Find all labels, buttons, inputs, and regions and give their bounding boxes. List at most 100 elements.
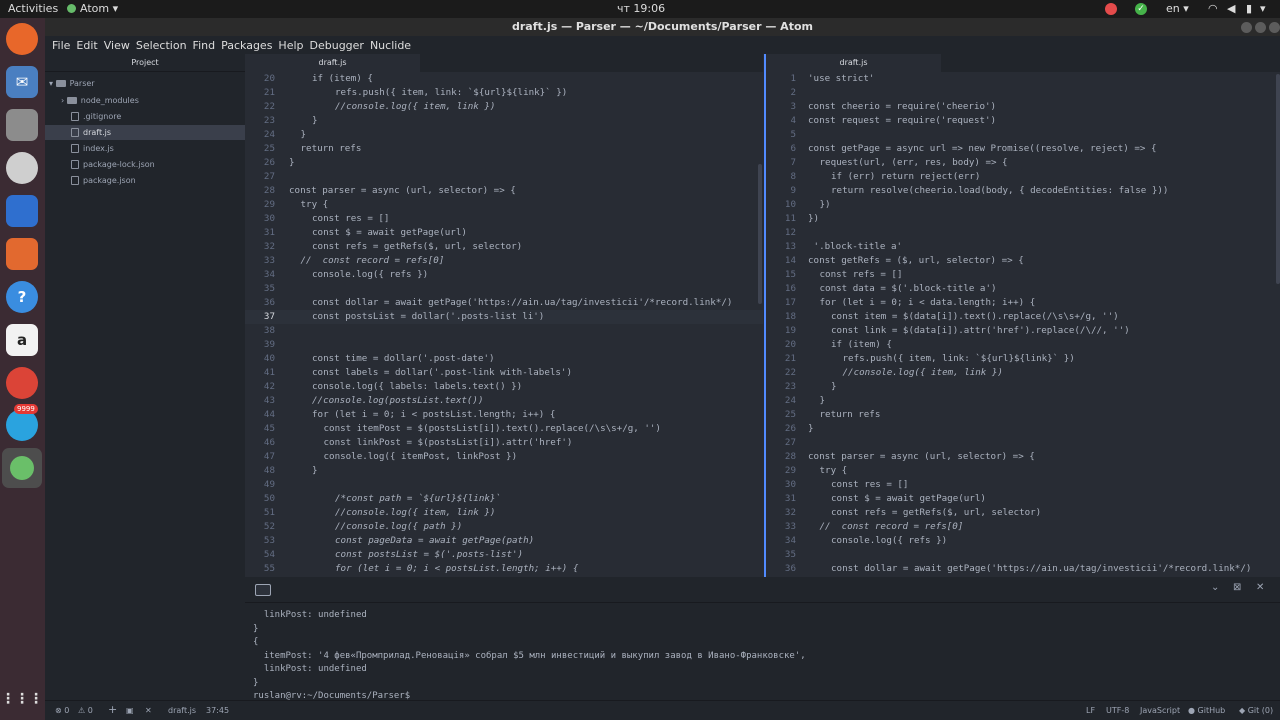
code-line[interactable]: 42 console.log({ labels: labels.text() }) [245,380,763,394]
menu-selection[interactable]: Selection [136,39,187,52]
terminal-toggle-icon[interactable]: ▣ [126,706,134,715]
code-line[interactable]: 45 const itemPost = $(postsList[i]).text(… [245,422,763,436]
atom-dock-icon[interactable] [2,448,42,488]
files-icon[interactable] [6,109,38,141]
menu-nuclide[interactable]: Nuclide [370,39,411,52]
code-line[interactable]: 29 try { [245,198,763,212]
code-line[interactable]: 17 for (let i = 0; i < data.length; i++) … [766,296,1280,310]
code-line[interactable]: 26} [245,156,763,170]
code-line[interactable]: 4 const request = require('request') [766,114,1280,128]
code-line[interactable]: 15 const refs = [] [766,268,1280,282]
code-line[interactable]: 38 [245,324,763,338]
right-code-area[interactable]: 1'use strict' 2 3 const cheerio = require('… [766,72,1280,577]
tab-draft-js-right[interactable]: draft.js [766,54,941,72]
code-line[interactable]: 52 //console.log({ path }) [245,520,763,534]
code-line[interactable]: 46 const linkPost = $(postsList[i]).attr(… [245,436,763,450]
show-apps-icon[interactable]: ⋮⋮⋮ [1,683,43,715]
check-icon[interactable]: ✓ [1135,3,1147,15]
tab-draft-js-left[interactable]: draft.js [245,54,420,72]
music-icon[interactable] [6,152,38,184]
code-line[interactable]: 18 const item = $(data[i]).text().replace… [766,310,1280,324]
firefox-icon[interactable] [6,23,38,55]
close-panel-icon[interactable]: ✕ [1256,582,1264,593]
code-line[interactable]: 28 const parser = async (url, selector) =… [766,450,1280,464]
terminal-tab-icon[interactable] [255,584,271,596]
code-line[interactable]: 33 // const record = refs[0] [766,520,1280,534]
code-line[interactable]: 54 const postsList = $('.posts-list') [245,548,763,562]
keyboard-layout[interactable]: en ▾ [1166,2,1189,15]
mail-icon[interactable]: ✉ [6,66,38,98]
encoding[interactable]: UTF-8 [1106,706,1129,715]
warnings-indicator[interactable]: ⚠ 0 [78,706,93,715]
menu-find[interactable]: Find [193,39,216,52]
code-line[interactable]: 51 //console.log({ item, link }) [245,506,763,520]
code-line[interactable]: 6 const getPage = async url => new Promis… [766,142,1280,156]
code-line[interactable]: 25 return refs [766,408,1280,422]
code-line[interactable]: 5 [766,128,1280,142]
tree-item-gitignore[interactable]: .gitignore [45,109,245,124]
code-line[interactable]: 30 const res = [] [766,478,1280,492]
chrome-icon[interactable] [6,367,38,399]
writer-icon[interactable] [6,195,38,227]
code-line[interactable]: 9 return resolve(cheerio.load(body, { dec… [766,184,1280,198]
menu-help[interactable]: Help [278,39,303,52]
cursor-position[interactable]: 37:45 [206,706,229,715]
code-line[interactable]: 14 const getRefs = ($, url, selector) => … [766,254,1280,268]
git-button[interactable]: ◆ Git (0) [1239,706,1273,715]
close-window-icon[interactable] [1269,22,1280,33]
code-line[interactable]: 23} [766,380,1280,394]
code-line[interactable]: 21 refs.push({ item, link: `${url}${link}… [245,86,763,100]
code-line[interactable]: 31 const $ = await getPage(url) [245,226,763,240]
code-line[interactable]: 40 const time = dollar('.post-date') [245,352,763,366]
tree-item-package-json[interactable]: package.json [45,173,245,188]
close-terminal-icon[interactable]: ✕ [145,706,152,715]
right-scrollbar[interactable] [1276,74,1280,284]
code-line[interactable]: 23} [245,114,763,128]
grammar[interactable]: JavaScript [1140,706,1180,715]
code-line[interactable]: 22 //console.log({ item, link }) [245,100,763,114]
code-line[interactable]: 27 [245,170,763,184]
code-line[interactable]: 48} [245,464,763,478]
app-menu[interactable]: Atom ▾ [67,2,118,15]
code-line[interactable]: 20 if (item) { [245,72,763,86]
code-line[interactable]: 25 return refs [245,142,763,156]
line-ending[interactable]: LF [1086,706,1095,715]
left-scrollbar[interactable] [758,164,762,304]
code-line[interactable]: 35 [766,548,1280,562]
code-line[interactable]: 2 [766,86,1280,100]
amazon-icon[interactable]: a [6,324,38,356]
code-line[interactable]: 8 if (err) return reject(err) [766,170,1280,184]
clock[interactable]: чт 19:06 [617,2,665,15]
software-center-icon[interactable] [6,238,38,270]
menu-packages[interactable]: Packages [221,39,272,52]
code-line[interactable]: 36 const dollar = await getPage('https://… [245,296,763,310]
left-code-area[interactable]: 20 if (item) {21 refs.push({ item, link: `… [245,72,763,577]
code-line[interactable]: 35 [245,282,763,296]
errors-indicator[interactable]: ⊗ 0 [55,706,69,715]
code-line[interactable]: 33 // const record = refs[0] [245,254,763,268]
code-line[interactable]: 39 [245,338,763,352]
help-icon[interactable]: ? [6,281,38,313]
code-line[interactable]: 41 const labels = dollar('.post-link with… [245,366,763,380]
chevron-down-icon[interactable]: ⌄ [1211,582,1219,593]
code-line[interactable]: 24} [766,394,1280,408]
system-menu-chevron-icon[interactable]: ▾ [1260,2,1266,15]
maximize-panel-icon[interactable]: ⊠ [1233,582,1241,593]
update-indicator-icon[interactable] [1105,3,1117,15]
code-line[interactable]: 21 refs.push({ item, link: `${url}${link}… [766,352,1280,366]
code-line[interactable]: 49 [245,478,763,492]
code-line[interactable]: 30 const res = [] [245,212,763,226]
menu-debugger[interactable]: Debugger [310,39,364,52]
code-line[interactable]: 32 const refs = getRefs($, url, selector) [766,506,1280,520]
code-line[interactable]: 12 [766,226,1280,240]
code-line[interactable]: 24} [245,128,763,142]
tree-root-parser[interactable]: ▾ Parser [45,76,245,91]
github-button[interactable]: ● GitHub [1188,706,1225,715]
code-line[interactable]: 19 const link = $(data[i]).attr('href').r… [766,324,1280,338]
code-line[interactable]: 22 //console.log({ item, link }) [766,366,1280,380]
tree-item-index-js[interactable]: index.js [45,141,245,156]
code-line[interactable]: 3 const cheerio = require('cheerio') [766,100,1280,114]
code-line[interactable]: 29 try { [766,464,1280,478]
tree-item-node-modules[interactable]: › node_modules [45,93,245,108]
code-line[interactable]: 13 '.block-title a' [766,240,1280,254]
